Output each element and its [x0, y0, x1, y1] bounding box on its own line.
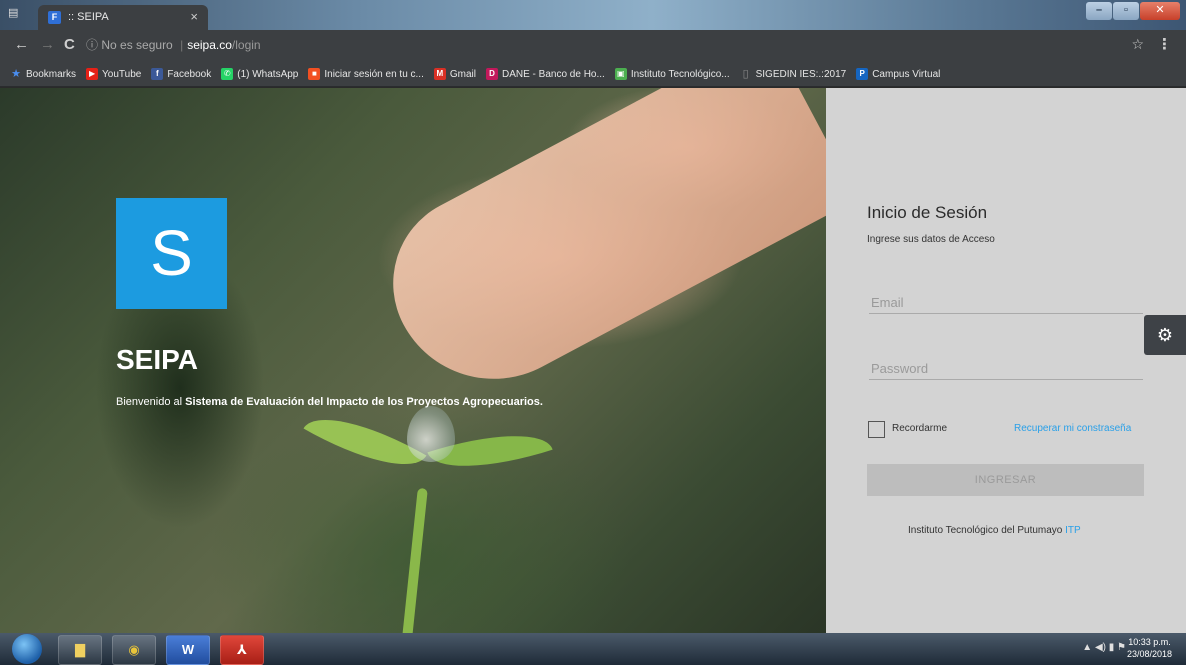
bookmark-item[interactable]: ★ Bookmarks — [10, 68, 76, 80]
url-separator: | — [180, 38, 184, 52]
chrome-taskbar-icon[interactable]: ◉ — [112, 635, 156, 665]
microsoft-icon: ■ — [308, 68, 321, 80]
hand-image — [362, 88, 858, 415]
login-footer: Instituto Tecnológico del Putumayo ITP — [908, 525, 1081, 536]
bookmark-item[interactable]: P Campus Virtual — [856, 68, 940, 80]
bookmark-item[interactable]: ▣ Instituto Tecnológico... — [614, 68, 730, 80]
bookmark-item[interactable]: M Gmail — [433, 68, 476, 80]
water-drop-image — [407, 406, 455, 462]
hero-background: S SEIPA Bienvenido al Sistema de Evaluac… — [0, 88, 858, 633]
login-panel: Inicio de Sesión Ingrese sus datos de Ac… — [826, 88, 1186, 633]
page-icon: ▯ — [742, 68, 749, 80]
window-menu-icon[interactable]: ▤ — [8, 6, 28, 24]
bookmark-item[interactable]: f Facebook — [151, 68, 211, 80]
address-bar[interactable]: ⓘ No es seguro | seipa.co/login — [86, 36, 1146, 56]
footer-institute: Instituto Tecnológico del Putumayo — [908, 525, 1063, 536]
file-explorer-icon[interactable]: ▇ — [58, 635, 102, 665]
tab-favicon-icon: F — [48, 11, 61, 24]
bookmarks-bar: ★ Bookmarks ▶ YouTube f Facebook ✆ (1) WhatsApp… — [0, 62, 1186, 87]
seipa-logo: S — [116, 198, 227, 309]
welcome-system-name: Sistema de Evaluación del Impacto de los… — [185, 396, 543, 408]
back-arrow-icon[interactable]: ← — [14, 36, 29, 53]
bookmark-item[interactable]: D DANE - Banco de Ho... — [486, 68, 605, 80]
campus-icon: P — [856, 68, 869, 80]
page-content: S SEIPA Bienvenido al Sistema de Evaluac… — [0, 88, 1186, 633]
url-path: /login — [231, 38, 261, 52]
window-controls: – ▫ ✕ — [1085, 2, 1180, 20]
bookmark-label: Iniciar sesión en tu c... — [324, 68, 424, 80]
bookmark-label: Gmail — [449, 68, 476, 80]
start-button[interactable] — [12, 634, 42, 664]
taskbar-clock[interactable]: 10:33 p.m. 23/08/2018 — [1127, 636, 1172, 660]
clock-date: 23/08/2018 — [1126, 649, 1172, 659]
login-title: Inicio de Sesión — [867, 203, 988, 222]
bookmark-item[interactable]: ■ Iniciar sesión en tu c... — [308, 68, 424, 80]
tab-title: :: SEIPA — [68, 11, 109, 23]
clock-time: 10:33 p.m. — [1128, 637, 1171, 647]
minimize-button[interactable]: – — [1086, 2, 1112, 20]
bookmark-label: Instituto Tecnológico... — [630, 68, 730, 80]
brand-title: SEIPA — [116, 344, 198, 375]
browser-tab[interactable]: F :: SEIPA × — [38, 5, 208, 30]
institute-icon: ▣ — [614, 68, 627, 80]
login-submit-button[interactable]: INGRESAR — [867, 464, 1144, 496]
gmail-icon: M — [433, 68, 446, 80]
window-title-bar: ▤ F :: SEIPA × – ▫ ✕ — [0, 0, 1186, 30]
welcome-text: Bienvenido al Sistema de Evaluación del … — [116, 396, 543, 408]
bookmark-item[interactable]: ✆ (1) WhatsApp — [221, 68, 298, 80]
password-input[interactable] — [869, 357, 1143, 380]
dane-icon: D — [486, 68, 498, 80]
facebook-icon: f — [151, 68, 164, 80]
chrome-menu-icon[interactable]: ⋮ — [1157, 35, 1172, 53]
bookmark-label: (1) WhatsApp — [237, 68, 299, 80]
url-host: seipa.co — [187, 38, 232, 52]
bookmark-label: Facebook — [167, 68, 212, 80]
settings-gear-icon[interactable]: ⚙ — [1144, 315, 1186, 355]
bookmark-star-icon[interactable]: ☆ — [1131, 36, 1144, 53]
bookmark-label: DANE - Banco de Ho... — [502, 68, 605, 80]
remember-checkbox[interactable] — [868, 421, 885, 438]
welcome-prefix: Bienvenido al — [116, 396, 186, 408]
forward-arrow-icon[interactable]: → — [40, 36, 55, 53]
reload-icon[interactable]: C — [64, 36, 75, 53]
sprout-stem-image — [402, 487, 428, 633]
bookmark-label: SIGEDIN IES:.:2017 — [755, 68, 847, 80]
whatsapp-icon: ✆ — [221, 68, 234, 80]
bookmark-label: Bookmarks — [26, 68, 77, 80]
acrobat-taskbar-icon[interactable]: ⅄ — [220, 635, 264, 665]
browser-toolbar: ← → C ⓘ No es seguro | seipa.co/login ☆ ⋮ — [0, 30, 1186, 62]
login-subtitle: Ingrese sus datos de Acceso — [867, 234, 995, 245]
star-icon: ★ — [11, 68, 21, 80]
remember-label[interactable]: Recordarme — [892, 423, 947, 434]
bookmark-label: Campus Virtual — [872, 68, 941, 80]
youtube-icon: ▶ — [86, 68, 99, 80]
bookmark-label: YouTube — [102, 68, 142, 80]
itp-link[interactable]: ITP — [1065, 525, 1081, 536]
system-tray[interactable]: ▲ ◀) ▮ ⚑ — [1082, 642, 1126, 653]
bookmark-item[interactable]: ▶ YouTube — [86, 68, 141, 80]
email-input[interactable] — [869, 291, 1143, 314]
info-icon[interactable]: ⓘ — [86, 38, 98, 52]
forgot-password-link[interactable]: Recuperar mi constraseña — [1014, 423, 1131, 434]
bookmark-item[interactable]: ▯ SIGEDIN IES:.:2017 — [740, 68, 847, 80]
maximize-button[interactable]: ▫ — [1113, 2, 1139, 20]
security-status: No es seguro — [101, 38, 173, 52]
window-close-button[interactable]: ✕ — [1140, 2, 1180, 20]
tab-close-icon[interactable]: × — [190, 9, 198, 24]
word-taskbar-icon[interactable]: W — [166, 635, 210, 665]
windows-taskbar: ▇ ◉ W ⅄ ▲ ◀) ▮ ⚑ 10:33 p.m. 23/08/2018 — [0, 633, 1186, 665]
